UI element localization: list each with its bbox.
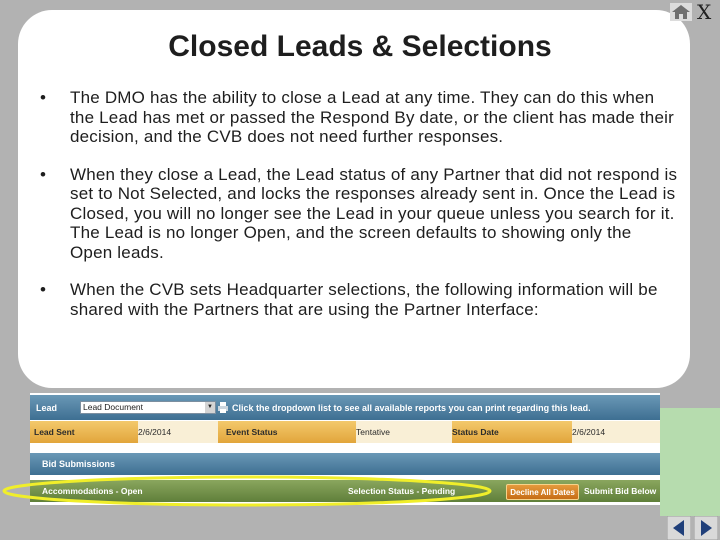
home-icon[interactable] [670,3,692,21]
lead-hint-text: Click the dropdown list to see all avail… [232,402,591,413]
bullet-item: • When the CVB sets Headquarter selectio… [38,280,678,319]
lead-info-row: Lead Sent 2/6/2014 Event Status Tentativ… [30,421,660,443]
slide-title: Closed Leads & Selections [168,30,552,63]
bullet-text: When they close a Lead, the Lead status … [70,164,678,262]
lead-select-value: Lead Document [83,402,144,412]
lead-document-select[interactable]: Lead Document ▼ [80,401,216,414]
lead-header-bar: Lead Lead Document ▼ Click the dropdown … [30,395,660,420]
lead-sent-label: Lead Sent [34,427,75,437]
highlight-ellipse [2,475,492,507]
event-status-label: Event Status [226,427,278,437]
bullet-dot: • [40,88,47,107]
lead-sent-value: 2/6/2014 [138,421,218,443]
lead-label: Lead [36,402,58,413]
bid-submissions-bar: Bid Submissions [30,453,660,475]
bullet-item: • The DMO has the ability to close a Lea… [38,88,678,147]
print-icon[interactable] [218,402,228,413]
decline-all-dates-button[interactable]: Decline All Dates [506,484,579,500]
event-status-value: Tentative [356,421,452,443]
chevron-down-icon[interactable]: ▼ [205,402,215,413]
bullet-list: • The DMO has the ability to close a Lea… [38,88,678,337]
prev-arrow-icon[interactable] [667,516,691,540]
bid-submissions-label: Bid Submissions [42,459,116,469]
submit-bid-label[interactable]: Submit Bid Below [584,480,656,502]
close-button[interactable]: X [697,0,711,24]
bullet-text: When the CVB sets Headquarter selections… [70,280,658,319]
status-date-label: Status Date [452,427,499,437]
next-arrow-icon[interactable] [694,516,718,540]
bullet-text: The DMO has the ability to close a Lead … [70,88,674,146]
nav-panel [660,408,720,516]
bullet-dot: • [40,164,47,184]
bullet-dot: • [40,280,47,299]
status-date-value: 2/6/2014 [572,421,660,443]
bullet-item: • When they close a Lead, the Lead statu… [38,165,678,263]
